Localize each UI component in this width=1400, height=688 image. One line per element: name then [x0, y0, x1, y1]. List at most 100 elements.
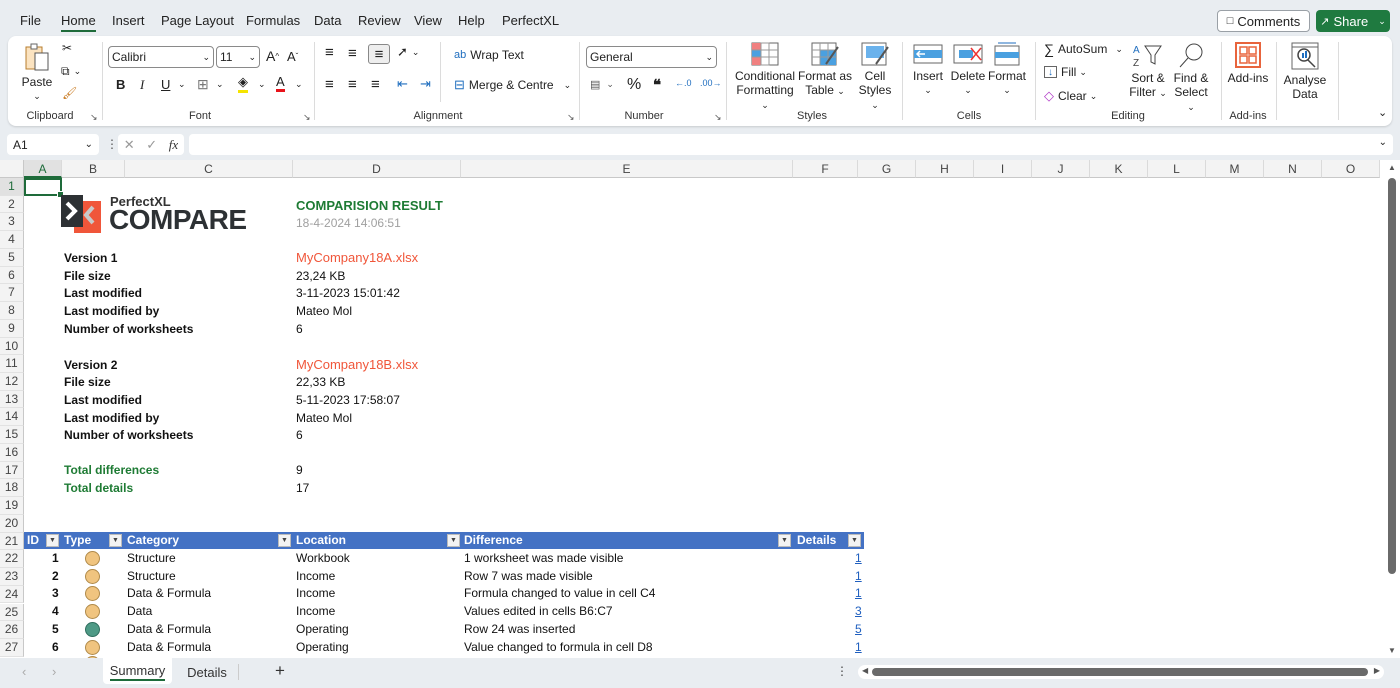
row-header-1[interactable]: 1: [0, 178, 24, 196]
italic-button[interactable]: I: [140, 77, 144, 93]
fill-button[interactable]: ↓ Fill ⌄: [1044, 65, 1087, 79]
row-header-10[interactable]: 10: [0, 337, 24, 356]
font-color-icon[interactable]: A: [276, 74, 285, 92]
align-middle-icon[interactable]: ≡: [348, 45, 357, 62]
row-header-13[interactable]: 13: [0, 390, 24, 409]
row-header-17[interactable]: 17: [0, 461, 24, 480]
column-header-e[interactable]: E: [461, 160, 793, 178]
select-all-corner[interactable]: [0, 160, 24, 178]
row-header-25[interactable]: 25: [0, 603, 24, 622]
row-header-4[interactable]: 4: [0, 231, 24, 249]
tab-review[interactable]: Review: [358, 13, 401, 28]
row-header-6[interactable]: 6: [0, 266, 24, 285]
number-format-dropdown[interactable]: General ⌄: [586, 46, 717, 68]
column-header-k[interactable]: K: [1090, 160, 1148, 178]
next-sheet-icon[interactable]: ›: [52, 664, 56, 679]
column-header-c[interactable]: C: [125, 160, 293, 178]
row-header-16[interactable]: 16: [0, 443, 24, 462]
tab-page-layout[interactable]: Page Layout: [161, 13, 234, 28]
ribbon-collapse-icon[interactable]: ⌄: [1378, 106, 1387, 119]
row-header-22[interactable]: 22: [0, 550, 24, 569]
format-as-table-button[interactable]: Format as Table ⌄: [798, 42, 852, 98]
cut-icon[interactable]: ✂: [62, 41, 72, 55]
font-size-dropdown[interactable]: 11 ⌄: [216, 46, 260, 68]
align-left-icon[interactable]: ≡: [325, 76, 334, 93]
column-header-n[interactable]: N: [1264, 160, 1322, 178]
row-header-21[interactable]: 21: [0, 532, 24, 551]
decrease-decimal-icon[interactable]: .00→: [700, 78, 722, 88]
row-header-11[interactable]: 11: [0, 355, 24, 373]
row-header-2[interactable]: 2: [0, 195, 24, 214]
sort-filter-button[interactable]: AZ Sort & Filter ⌄: [1128, 42, 1168, 100]
filter-dropdown-icon[interactable]: ▼: [848, 534, 861, 547]
details-link[interactable]: 5: [855, 621, 862, 638]
add-ins-button[interactable]: Add-ins: [1226, 42, 1270, 85]
borders-icon[interactable]: ⊞: [197, 76, 209, 93]
details-link[interactable]: 1: [855, 550, 862, 567]
column-header-i[interactable]: I: [974, 160, 1032, 178]
chevron-down-icon[interactable]: ⌄: [178, 79, 186, 90]
more-options-icon[interactable]: ⋮: [106, 137, 118, 151]
tab-data[interactable]: Data: [314, 13, 341, 28]
row-header-18[interactable]: 18: [0, 479, 24, 498]
formula-input[interactable]: ⌄: [189, 134, 1393, 155]
fill-color-icon[interactable]: ◈: [238, 74, 248, 93]
decrease-font-icon[interactable]: Aˇ: [287, 49, 298, 64]
bold-button[interactable]: B: [116, 77, 125, 92]
percent-button[interactable]: %: [627, 76, 641, 94]
row-header-15[interactable]: 15: [0, 426, 24, 444]
column-header-j[interactable]: J: [1032, 160, 1090, 178]
prev-sheet-icon[interactable]: ‹: [22, 664, 26, 679]
align-right-icon[interactable]: ≡: [371, 76, 380, 93]
row-header-26[interactable]: 26: [0, 621, 24, 639]
share-button[interactable]: ↗ Share ⌄: [1316, 10, 1390, 32]
row-header-14[interactable]: 14: [0, 408, 24, 427]
row-header-9[interactable]: 9: [0, 319, 24, 338]
comma-style-button[interactable]: ❝: [653, 76, 661, 95]
tab-help[interactable]: Help: [458, 13, 485, 28]
column-header-g[interactable]: G: [858, 160, 916, 178]
merge-centre-button[interactable]: ⊟ Merge & Centre ⌄: [454, 77, 571, 93]
tab-home[interactable]: Home: [61, 13, 96, 32]
increase-font-icon[interactable]: A ^: [266, 48, 279, 64]
sheet-tab-details[interactable]: Details: [177, 660, 237, 686]
row-header-5[interactable]: 5: [0, 248, 24, 267]
find-select-button[interactable]: Find & Select ⌄: [1170, 42, 1212, 114]
column-header-a[interactable]: A: [24, 160, 62, 178]
details-link[interactable]: 1: [855, 585, 862, 602]
format-cells-button[interactable]: Format ⌄: [988, 42, 1026, 97]
name-box[interactable]: A1 ⌄: [7, 134, 99, 155]
wrap-text-button[interactable]: ab Wrap Text: [454, 48, 524, 62]
vertical-scroll-thumb[interactable]: [1388, 178, 1396, 574]
sheet-tab-summary[interactable]: Summary: [103, 658, 172, 684]
align-top-icon[interactable]: ≡: [325, 44, 334, 61]
tab-file[interactable]: File: [20, 13, 41, 28]
column-header-d[interactable]: D: [293, 160, 461, 178]
tab-insert[interactable]: Insert: [112, 13, 145, 28]
add-sheet-button[interactable]: +: [275, 661, 285, 681]
details-link[interactable]: 3: [855, 603, 862, 620]
chevron-down-icon[interactable]: ⌄: [216, 79, 224, 90]
confirm-icon[interactable]: ✓: [146, 137, 157, 153]
row-header-7[interactable]: 7: [0, 284, 24, 303]
decrease-indent-icon[interactable]: ⇤: [397, 76, 408, 92]
filter-dropdown-icon[interactable]: ▼: [278, 534, 291, 547]
underline-button[interactable]: U: [161, 77, 170, 92]
accounting-format-icon[interactable]: ▤ ⌄: [590, 78, 614, 91]
conditional-formatting-button[interactable]: Conditional Formatting ⌄: [734, 42, 796, 112]
row-header-8[interactable]: 8: [0, 302, 24, 320]
row-header-19[interactable]: 19: [0, 497, 24, 515]
insert-cells-button[interactable]: Insert ⌄: [908, 42, 948, 97]
comments-button[interactable]: □ Comments: [1217, 10, 1310, 32]
paste-button[interactable]: Paste ⌄: [20, 42, 54, 103]
scroll-right-icon[interactable]: ▶: [1374, 666, 1380, 675]
row-header-12[interactable]: 12: [0, 373, 24, 391]
details-link[interactable]: 1: [855, 639, 862, 656]
chevron-down-icon[interactable]: ⌄: [258, 79, 266, 90]
row-header-27[interactable]: 27: [0, 638, 24, 657]
tab-view[interactable]: View: [414, 13, 442, 28]
cell-styles-button[interactable]: Cell Styles ⌄: [854, 42, 896, 112]
scroll-down-icon[interactable]: ▼: [1388, 646, 1396, 655]
column-header-o[interactable]: O: [1322, 160, 1380, 178]
scroll-left-icon[interactable]: ◀: [862, 666, 868, 675]
